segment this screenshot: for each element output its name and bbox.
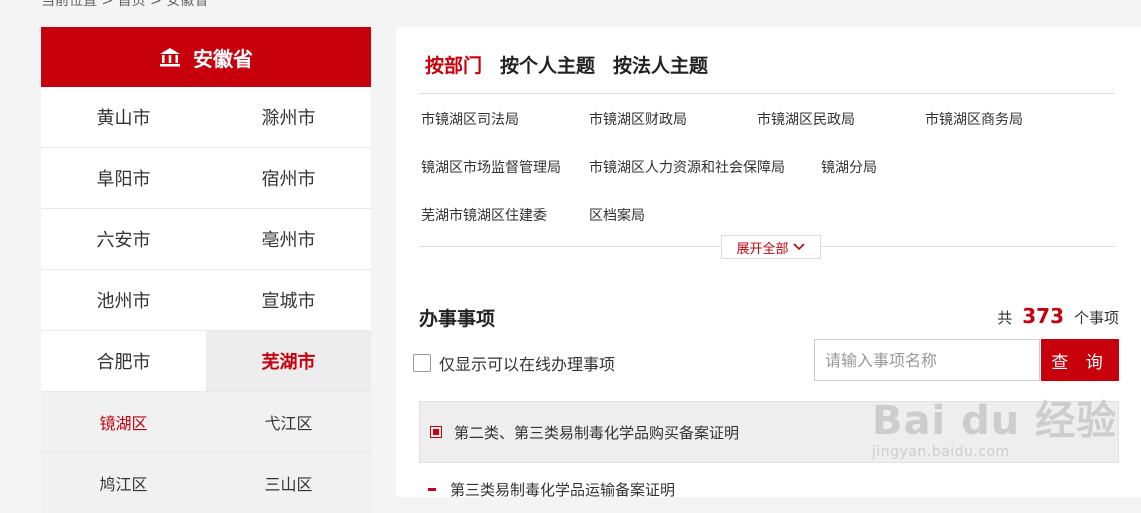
count-prefix: 共: [997, 309, 1013, 327]
department-link[interactable]: 镜湖分局: [821, 157, 877, 177]
district-item[interactable]: 鸠江区: [41, 453, 206, 513]
city-row: 合肥市 芜湖市: [41, 331, 371, 392]
district-row: 镜湖区 弋江区: [41, 392, 371, 453]
department-link[interactable]: 镜湖区市场监督管理局: [421, 157, 561, 177]
count-number: 373: [1022, 304, 1064, 328]
dash-bullet-icon: [428, 488, 436, 491]
city-row: 池州市 宣城市: [41, 270, 371, 331]
watermark: Bai du 经验 jingyan.baidu.com: [872, 388, 1117, 460]
bullet-icon: [430, 426, 442, 438]
city-item[interactable]: 宿州市: [206, 148, 371, 208]
city-row: 黄山市 滁州市: [41, 87, 371, 148]
search-button[interactable]: 查 询: [1041, 339, 1119, 381]
province-name: 安徽省: [193, 46, 253, 71]
city-item[interactable]: 六安市: [41, 209, 206, 269]
tab-corporate-topic[interactable]: 按法人主题: [613, 51, 708, 78]
government-building-icon: [160, 48, 180, 67]
district-item[interactable]: 弋江区: [206, 392, 371, 452]
count-suffix: 个事项: [1073, 309, 1119, 327]
city-item[interactable]: 滁州市: [206, 87, 371, 147]
city-item[interactable]: 合肥市: [41, 331, 206, 391]
search-input[interactable]: [814, 339, 1040, 381]
expand-all-label: 展开全部: [736, 241, 789, 257]
department-link[interactable]: 市镜湖区司法局: [421, 109, 519, 129]
online-only-filter[interactable]: 仅显示可以在线办理事项: [413, 351, 615, 375]
district-item[interactable]: 三山区: [206, 453, 371, 513]
item-count: 共 373 个事项: [997, 304, 1119, 328]
tab-personal-topic[interactable]: 按个人主题: [500, 51, 595, 78]
watermark-url: jingyan.baidu.com: [872, 444, 1010, 460]
department-link[interactable]: 市镜湖区财政局: [589, 109, 687, 129]
divider: [419, 93, 1115, 94]
city-item[interactable]: 阜阳市: [41, 148, 206, 208]
item-title: 第三类易制毒化学品运输备案证明: [450, 481, 676, 499]
city-row: 六安市 亳州市: [41, 209, 371, 270]
city-item-selected[interactable]: 芜湖市: [206, 331, 371, 391]
city-row: 阜阳市 宿州市: [41, 148, 371, 209]
expand-all-button[interactable]: 展开全部: [721, 235, 821, 259]
district-item-selected[interactable]: 镜湖区: [41, 392, 206, 452]
category-tabs: 按部门 按个人主题 按法人主题: [425, 51, 708, 78]
chevron-down-icon: [792, 243, 805, 251]
list-item[interactable]: 第三类易制毒化学品运输备案证明: [428, 479, 675, 500]
district-row: 鸠江区 三山区: [41, 453, 371, 513]
department-link[interactable]: 市镜湖区商务局: [925, 109, 1023, 129]
department-link[interactable]: 市镜湖区人力资源和社会保障局: [589, 157, 785, 177]
department-link[interactable]: 市镜湖区民政局: [757, 109, 855, 129]
department-link[interactable]: 区档案局: [589, 205, 645, 225]
section-title: 办事事项: [419, 308, 496, 330]
online-only-checkbox[interactable]: [413, 354, 431, 372]
city-item[interactable]: 黄山市: [41, 87, 206, 147]
city-item[interactable]: 池州市: [41, 270, 206, 330]
province-header[interactable]: 安徽省: [41, 27, 371, 87]
breadcrumb: 当前位置 > 首页 > 安徽省: [41, 0, 209, 9]
region-panel: 安徽省 黄山市 滁州市 阜阳市 宿州市 六安市 亳州市 池州市 宣城市 合肥市 …: [41, 27, 371, 513]
tab-by-department[interactable]: 按部门: [425, 51, 482, 78]
watermark-brand: Bai du 经验: [872, 398, 1118, 444]
city-item[interactable]: 亳州市: [206, 209, 371, 269]
online-only-label: 仅显示可以在线办理事项: [439, 355, 616, 374]
city-item[interactable]: 宣城市: [206, 270, 371, 330]
item-title: 第二类、第三类易制毒化学品购买备案证明: [454, 423, 740, 442]
department-link[interactable]: 芜湖市镜湖区住建委: [421, 205, 547, 225]
